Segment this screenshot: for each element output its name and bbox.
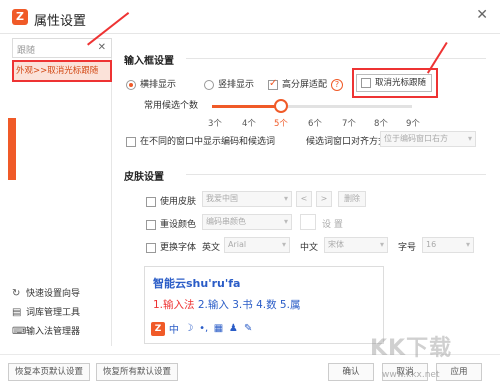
help-icon[interactable]: ? xyxy=(331,78,344,91)
input-box-section-title: 输入框设置 xyxy=(124,56,174,67)
use-skin-option[interactable]: 使用皮肤 xyxy=(146,194,196,207)
font-size-label: 字号 xyxy=(398,243,417,253)
change-font-option[interactable]: 更换字体 xyxy=(146,240,196,253)
title-bar: Z 属性设置 ✕ xyxy=(0,0,500,34)
restore-page-defaults-button[interactable]: 恢复本页默认设置 xyxy=(8,363,90,381)
sidebar-accent-bar xyxy=(8,118,16,180)
align-select[interactable]: 位于编码窗口右方 xyxy=(380,131,476,147)
clear-search-icon[interactable]: ✕ xyxy=(98,42,106,53)
align-label: 候选词窗口对齐方式 xyxy=(306,137,388,147)
separate-window-checkbox[interactable] xyxy=(126,136,136,147)
tick-7: 7个 xyxy=(342,119,356,129)
separate-window-option[interactable]: 在不同的窗口中显示编码和候选词 xyxy=(126,134,275,147)
tick-4: 4个 xyxy=(242,119,256,129)
settings-search-input[interactable] xyxy=(17,42,93,56)
reset-color-label: 重设颜色 xyxy=(160,220,197,230)
settings-content: 输入框设置 横排显示 竖排显示 高分屏适配? 取消光标跟随 常用候选个数 3个 … xyxy=(116,38,496,354)
app-logo-icon: Z xyxy=(12,9,28,25)
refresh-icon: ↻ xyxy=(12,288,21,299)
window-title: 属性设置 xyxy=(34,14,87,29)
prev-skin-button[interactable]: < xyxy=(296,191,312,207)
ime-manager-link[interactable]: ⌨输入法管理器 xyxy=(12,324,122,340)
hidpi-label: 高分屏适配 xyxy=(282,80,328,90)
tick-3: 3个 xyxy=(208,119,222,129)
watermark-url: www.kkx.net xyxy=(382,370,440,380)
book-icon: ▤ xyxy=(12,307,22,318)
use-skin-checkbox[interactable] xyxy=(146,196,156,207)
delete-skin-button[interactable]: 删除 xyxy=(338,191,366,207)
preview-other-candidates: 2.输入 3.书 4.数 5.属 xyxy=(194,299,301,311)
cancel-cursor-follow-option[interactable]: 取消光标跟随 xyxy=(356,74,432,92)
ok-button[interactable]: 确认 xyxy=(328,363,374,381)
preview-input-text: 智能云shu'ru'fa xyxy=(153,277,241,290)
candidate-count-label: 常用候选个数 xyxy=(144,101,199,111)
close-icon[interactable]: ✕ xyxy=(476,7,488,23)
change-font-checkbox[interactable] xyxy=(146,242,156,253)
slider-fill xyxy=(212,105,281,108)
ime-preview: 智能云shu'ru'fa 1.输入法 2.输入 3.书 4.数 5.属 Z 中 … xyxy=(144,266,384,344)
use-skin-label: 使用皮肤 xyxy=(160,197,197,207)
watermark-logo: KK下载 xyxy=(370,336,453,361)
vertical-label: 竖排显示 xyxy=(218,80,255,90)
color-target-select[interactable]: 编码串颜色 xyxy=(202,214,292,230)
keyboard-icon: ⌨ xyxy=(12,326,27,337)
separate-window-label: 在不同的窗口中显示编码和候选词 xyxy=(140,137,276,147)
font-size-select[interactable]: 16 xyxy=(422,237,474,253)
reset-color-option[interactable]: 重设颜色 xyxy=(146,217,196,230)
quick-setup-wizard-link[interactable]: ↻ 快速设置向导 xyxy=(12,286,122,302)
skin-select[interactable]: 我爱中国 xyxy=(202,191,292,207)
hidpi-option[interactable]: 高分屏适配? xyxy=(268,77,344,91)
keyboard-icon: ▦ xyxy=(213,323,224,334)
user-icon: ♟ xyxy=(228,323,238,334)
slider-knob[interactable] xyxy=(274,99,288,113)
horizontal-label: 横排显示 xyxy=(140,80,177,90)
tick-5: 5个 xyxy=(274,119,288,129)
chinese-mode-icon: 中 xyxy=(168,325,179,336)
section-divider xyxy=(186,174,486,175)
color-settings-label[interactable]: 设 置 xyxy=(322,217,343,230)
punctuation-icon: •, xyxy=(199,323,209,334)
preview-first-candidate: 1.输入法 xyxy=(153,299,195,311)
dictionary-tool-link[interactable]: ▤ 词库管理工具 xyxy=(12,305,122,321)
next-skin-button[interactable]: > xyxy=(316,191,332,207)
hidpi-checkbox[interactable] xyxy=(268,78,278,90)
cancel-follow-checkbox[interactable] xyxy=(361,77,371,88)
apply-button[interactable]: 应用 xyxy=(436,363,482,381)
tick-9: 9个 xyxy=(406,119,420,129)
reset-color-checkbox[interactable] xyxy=(146,219,156,230)
ime-manager-label: 输入法管理器 xyxy=(26,327,81,337)
quick-setup-label: 快速设置向导 xyxy=(26,289,81,299)
section-divider xyxy=(186,58,486,59)
tick-6: 6个 xyxy=(308,119,322,129)
vertical-display-option[interactable]: 竖排显示 xyxy=(204,77,254,90)
wrench-icon: ✎ xyxy=(244,323,253,334)
candidate-count-slider[interactable] xyxy=(212,99,412,113)
restore-all-defaults-button[interactable]: 恢复所有默认设置 xyxy=(96,363,178,381)
horizontal-display-option[interactable]: 横排显示 xyxy=(126,77,176,90)
moon-icon: ☽ xyxy=(184,323,194,334)
dictionary-tool-label: 词库管理工具 xyxy=(26,308,81,318)
preview-status-bar: Z 中 ☽ •, ▦ ♟ ✎ xyxy=(151,321,254,337)
settings-search-box[interactable]: ✕ xyxy=(12,38,112,58)
horizontal-radio[interactable] xyxy=(126,79,136,90)
ime-logo-icon: Z xyxy=(151,321,165,336)
change-font-label: 更换字体 xyxy=(160,243,197,253)
tick-8: 8个 xyxy=(374,119,388,129)
vertical-radio[interactable] xyxy=(204,79,214,90)
chinese-font-select[interactable]: 宋体 xyxy=(324,237,388,253)
english-font-select[interactable]: Arial xyxy=(224,237,290,253)
search-result-highlight xyxy=(12,60,112,82)
skin-section-title: 皮肤设置 xyxy=(124,172,164,183)
english-font-label: 英文 xyxy=(202,243,221,253)
preview-candidates: 1.输入法 2.输入 3.书 4.数 5.属 xyxy=(153,297,300,312)
cancel-follow-label: 取消光标跟随 xyxy=(375,78,427,88)
color-swatch[interactable] xyxy=(300,214,316,230)
chinese-font-label: 中文 xyxy=(300,243,319,253)
